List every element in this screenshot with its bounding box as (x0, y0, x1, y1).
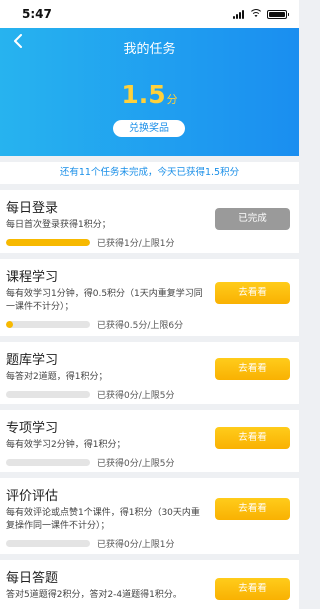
go-see-button[interactable]: 去看看 (215, 358, 290, 380)
status-time: 5:47 (22, 7, 52, 21)
task-description: 每答对2道题，得1积分； (6, 372, 108, 382)
go-see-button[interactable]: 去看看 (215, 498, 290, 520)
task-summary: 还有11个任务未完成，今天已获得1.5积分 (0, 162, 299, 184)
task-description: 每有效学习2分钟，得1积分； (6, 440, 126, 450)
task-description: 每日首次登录获得1积分； (6, 220, 111, 230)
score-display: 1.5分 (0, 80, 299, 109)
task-card-course-study: 课程学习 每有效学习1分钟，得0.5积分（1天内重复学习同一课件不计分）； 已获… (0, 259, 299, 336)
task-list: 每日登录 每日首次登录获得1积分； 已获得1分/上限1分 已完成 课程学习 每有… (0, 190, 299, 609)
progress-bar (6, 239, 90, 246)
go-see-button[interactable]: 去看看 (215, 427, 290, 449)
header: 我的任务 1.5分 兑换奖品 (0, 28, 299, 156)
task-card-evaluation: 评价评估 每有效评论或点赞1个课件，得1积分（30天内重复操作同一课件不计分）；… (0, 478, 299, 554)
task-card-daily-quiz: 每日答题 答对5道题得2积分，答对2-4道题得1积分。 去看看 (0, 560, 299, 609)
progress-text: 已获得0分/上限5分 (97, 459, 175, 469)
battery-icon (267, 9, 289, 19)
progress-text: 已获得0分/上限1分 (97, 540, 175, 550)
progress-bar (6, 321, 90, 328)
task-description: 答对5道题得2积分，答对2-4道题得1积分。 (6, 590, 182, 600)
task-card-question-bank: 题库学习 每答对2道题，得1积分； 已获得0分/上限5分 去看看 (0, 342, 299, 404)
progress-text: 已获得0.5分/上限6分 (97, 321, 184, 331)
status-icons (233, 9, 289, 19)
signal-icon (233, 9, 244, 19)
go-see-button[interactable]: 去看看 (215, 578, 290, 600)
task-card-daily-login: 每日登录 每日首次登录获得1积分； 已获得1分/上限1分 已完成 (0, 190, 299, 253)
score-value: 1.5 (121, 80, 166, 109)
progress-text: 已获得1分/上限1分 (97, 239, 175, 249)
task-description: 每有效评论或点赞1个课件，得1积分（30天内重复操作同一课件不计分）； (6, 508, 200, 531)
page-title: 我的任务 (123, 42, 176, 57)
progress-bar (6, 459, 90, 466)
go-see-button[interactable]: 去看看 (215, 282, 290, 304)
task-card-special-study: 专项学习 每有效学习2分钟，得1积分； 已获得0分/上限5分 去看看 (0, 410, 299, 472)
redeem-prizes-button[interactable]: 兑换奖品 (113, 120, 185, 137)
task-description: 每有效学习1分钟，得0.5积分（1天内重复学习同一课件不计分）； (6, 289, 203, 312)
task-progress: 已获得0分/上限5分 (6, 456, 293, 469)
progress-text: 已获得0分/上限5分 (97, 391, 175, 401)
wifi-icon (249, 9, 262, 19)
task-progress: 已获得0分/上限5分 (6, 388, 293, 401)
task-progress: 已获得0.5分/上限6分 (6, 318, 293, 331)
progress-fill (6, 239, 90, 246)
completed-button[interactable]: 已完成 (215, 208, 290, 230)
score-unit: 分 (166, 93, 178, 106)
progress-bar (6, 540, 90, 547)
task-progress: 已获得1分/上限1分 (6, 236, 293, 249)
progress-bar (6, 391, 90, 398)
status-bar: 5:47 (0, 0, 299, 28)
progress-fill (6, 321, 13, 328)
task-progress: 已获得0分/上限1分 (6, 537, 293, 550)
